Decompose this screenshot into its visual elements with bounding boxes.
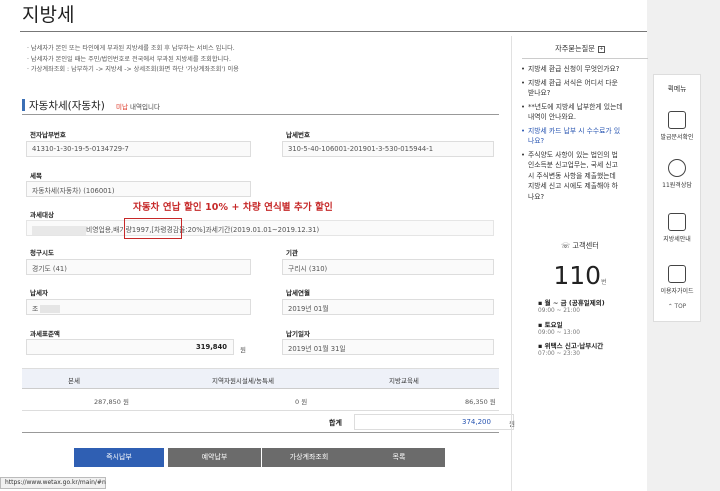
main-tax-amount: 287,850 원 <box>94 398 129 406</box>
total-amount: 374,200 <box>462 418 491 426</box>
plus-icon[interactable]: + <box>597 45 605 53</box>
pay-now-button[interactable]: 즉시납부 <box>74 448 164 467</box>
tax-base-label: 과세표준액 <box>30 330 60 338</box>
page-title: 지방세 <box>22 4 75 26</box>
tax-number-label: 납세번호 <box>286 131 310 139</box>
quick-item-remote-support[interactable]: 11원격상담 <box>654 159 700 189</box>
region-field: 경기도 (41) <box>26 259 251 275</box>
total-label: 합계 <box>329 419 342 427</box>
highlight-box <box>124 218 182 239</box>
tax-target-text: 비영업용,배기량1997,[차령경감율:20%]과세기간(2019.01.01~… <box>86 226 320 234</box>
tax-item-field: 자동차세(자동차) (106001) <box>26 181 251 197</box>
hours-heading: ▪ 위택스 신고·납부시간 <box>538 342 604 350</box>
tax-base-unit: 원 <box>240 346 246 354</box>
agency-label: 기관 <box>286 249 298 257</box>
tax-target-field: 비영업용,배기량1997,[차령경감율:20%]과세기간(2019.01.01~… <box>26 220 494 236</box>
discount-annotation: 자동차 연납 할인 10% + 차량 연식별 추가 할인 <box>133 202 333 213</box>
status-bar-url: https://www.wetax.go.kr/main/#n <box>0 477 106 489</box>
quick-item-doc-verify[interactable]: 발급문서확인 <box>654 111 700 141</box>
header-education-tax: 지방교육세 <box>389 377 419 385</box>
quick-item-user-guide[interactable]: 이용자가이드 <box>654 265 700 295</box>
virtual-account-button[interactable]: 가상계좌조회 <box>262 448 356 467</box>
printer-icon <box>668 111 686 129</box>
faq-title-text: 자주묻는질문 <box>555 44 595 53</box>
hours-heading: ▪ 토요일 <box>538 320 563 329</box>
note-item: · 가상계좌조회 : 납부하기 -> 지방세 -> 상세조회(화면 하단 '가상… <box>27 66 239 73</box>
agency-field: 구리시 (310) <box>282 259 494 275</box>
headset-icon <box>668 159 686 177</box>
faq-item[interactable]: **년도에 지방세 납부한게 있는데내역이 안나와요. <box>521 102 646 123</box>
faq-list: 지방세 환급 신청이 무엇인가요? 지방세 환급 서식은 어디서 다운받나요? … <box>521 64 646 205</box>
chevron-up-icon: ⌃ <box>667 304 673 310</box>
faq-divider <box>522 58 648 59</box>
payer-label: 납세자 <box>30 289 48 297</box>
tax-number-field: 310-5-40-106001-201901-3-530-015944-1 <box>282 141 494 157</box>
section-heading: 자동차세(자동차) 미납 내역입니다 <box>22 96 499 115</box>
faq-item[interactable]: 지방세 환급 서식은 어디서 다운받나요? <box>521 78 646 99</box>
hours-heading: ▪ 월 ~ 금 (공휴일제외) <box>538 299 605 307</box>
section-bar <box>22 99 25 111</box>
callcenter-title: ☏ 고객센터 <box>561 241 599 250</box>
masked-text <box>40 305 61 313</box>
epay-number-label: 전자납부번호 <box>30 131 66 139</box>
section-subtitle: 미납 내역입니다 <box>116 101 160 111</box>
summary-row: 287,850 원 0 원 86,350 원 <box>22 389 499 411</box>
due-date-field: 2019년 01월 31일 <box>282 339 494 355</box>
hours-time: 09:00 ~ 13:00 <box>538 329 580 336</box>
summary-total: 합계 374,200 원 <box>22 411 515 433</box>
scroll-top-link[interactable]: ⌃ TOP <box>653 304 701 310</box>
tax-item-label: 세목 <box>30 172 42 180</box>
note-item: · 납세자가 본인 또는 타인에게 부과된 지방세를 조회 후 납부하는 서비스… <box>27 45 235 52</box>
due-date-label: 납기일자 <box>286 330 310 338</box>
hours-time: 09:00 ~ 21:00 <box>538 308 580 314</box>
region-label: 청구시도 <box>30 249 54 257</box>
summary-header: 본세 지역자원시설세/농특세 지방교육세 <box>22 369 499 389</box>
masked-text <box>32 225 86 235</box>
header-main-tax: 본세 <box>68 377 80 385</box>
education-tax-amount: 86,350 원 <box>465 398 496 406</box>
epay-number-field: 41310-1-30-19-5-0134729-7 <box>26 141 251 157</box>
tax-base-field: 319,840 <box>26 339 234 355</box>
sidebar: 자주묻는질문+ 지방세 환급 신청이 무엇인가요? 지방세 환급 서식은 어디서… <box>511 36 648 491</box>
payer-field: 조 <box>26 299 251 315</box>
faq-item[interactable]: 지방세 환급 신청이 무엇인가요? <box>521 64 646 75</box>
quick-menu-title: 퀵메뉴 <box>667 85 687 93</box>
service-notes: · 납세자가 본인 또는 타인에게 부과된 지방세를 조회 후 납부하는 서비스… <box>27 44 487 76</box>
faq-item[interactable]: 지방세 카드 납부 시 수수료가 있나요? <box>521 126 646 147</box>
section-suffix: 내역입니다 <box>127 103 160 111</box>
title-divider <box>20 31 647 32</box>
tax-yearmonth-field: 2019년 01월 <box>282 299 494 315</box>
tax-yearmonth-label: 납세연월 <box>286 289 310 297</box>
section-title: 자동차세(자동차) <box>29 100 105 112</box>
unpaid-status: 미납 <box>116 103 128 111</box>
callcenter-hours: ▪ 월 ~ 금 (공휴일제외) 09:00 ~ 21:00 ▪ 토요일 09:0… <box>538 294 638 359</box>
callcenter-number: 110번 <box>553 261 607 290</box>
document-icon <box>668 213 686 231</box>
book-icon <box>668 265 686 283</box>
quick-menu: 퀵메뉴 발급문서확인 11원격상담 지방세안내 이용자가이드 <box>653 74 701 322</box>
faq-item[interactable]: 주식양도 사항이 있는 법인의 법인소득분 신고업무는, 국세 신고시 주식변동… <box>521 150 646 203</box>
quick-item-tax-guide[interactable]: 지방세안내 <box>654 213 700 243</box>
reserve-pay-button[interactable]: 예약납부 <box>168 448 261 467</box>
faq-title: 자주묻는질문 + <box>512 44 648 54</box>
payer-name: 조 <box>32 305 39 313</box>
list-button[interactable]: 목록 <box>353 448 445 467</box>
hours-time: 07:00 ~ 23:30 <box>538 351 580 357</box>
tax-detail-form: 전자납부번호 41310-1-30-19-5-0134729-7 납세번호 31… <box>22 117 499 369</box>
note-item: · 납세자가 본인일 때는 주민/법인번호로 전국에서 부과된 지방세를 조회합… <box>27 55 231 63</box>
regional-tax-amount: 0 원 <box>295 398 308 406</box>
tax-target-label: 과세대상 <box>30 211 54 219</box>
phone-icon: ☏ <box>561 241 571 250</box>
header-regional-tax: 지역자원시설세/농특세 <box>212 377 274 385</box>
